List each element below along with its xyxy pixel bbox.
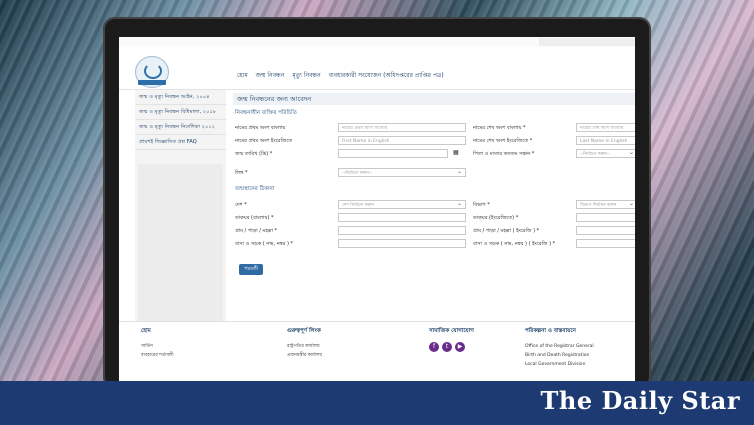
twitter-icon[interactable]: t bbox=[442, 342, 452, 352]
last-name-bn-input[interactable]: নামের শেষ অংশ বাংলায় bbox=[576, 123, 635, 132]
footer-text-bdr: Birth and Death Registration bbox=[525, 353, 590, 358]
footer-col-implementation: পরিকল্পনা ও বাস্তবায়নে Office of the Re… bbox=[525, 328, 594, 369]
sidebar-item-faq[interactable]: প্রায়শই জিজ্ঞাসিত প্রশ্ন FAQ bbox=[135, 135, 226, 150]
dob-label: জন্ম তারিখ (খ্রি) * bbox=[235, 151, 273, 157]
main-nav: হোম জন্ম নিবন্ধন মৃত্যু নিবন্ধন ব্যবহারক… bbox=[237, 70, 450, 81]
footer-col3-title: সামাজিক যোগাযোগ bbox=[429, 328, 474, 334]
gender-label: লিঙ্গ * bbox=[235, 170, 248, 176]
footer: হোম সার্ভিস ব্যবহারের শর্তাবলী গুরুত্বপূ… bbox=[119, 322, 635, 381]
house-en-label: বাসা ও সড়ক ( নাম, নম্বর ) ( ইংরেজি ) * bbox=[473, 241, 556, 247]
sidebar-panel bbox=[138, 164, 223, 344]
footer-col2-title: গুরুত্বপূর্ণ লিংক bbox=[287, 328, 321, 334]
browser-screen: হোম জন্ম নিবন্ধন মৃত্যু নিবন্ধন ব্যবহারক… bbox=[119, 37, 635, 381]
sidebar-item-act[interactable]: জন্ম ও মৃত্যু নিবন্ধন আইন, ২০০৪ bbox=[135, 90, 226, 105]
first-name-en-input[interactable]: First Name in English bbox=[338, 136, 466, 145]
youtube-icon[interactable]: ▶ bbox=[455, 342, 465, 352]
footer-link-terms[interactable]: ব্যবহারের শর্তাবলী bbox=[141, 351, 174, 360]
house-en-input[interactable] bbox=[576, 239, 635, 248]
footer-link-service[interactable]: সার্ভিস bbox=[141, 342, 174, 351]
postoffice-bn-input[interactable] bbox=[338, 213, 466, 222]
last-name-bn-label: নামের শেষ অংশ বাংলায় * bbox=[473, 125, 526, 131]
village-bn-input[interactable] bbox=[338, 226, 466, 235]
footer-col-home: হোম সার্ভিস ব্যবহারের শর্তাবলী bbox=[141, 328, 174, 360]
gender-select[interactable]: --নির্বাচন করুন-- bbox=[338, 168, 466, 177]
last-name-en-label: নামের শেষ অংশ ইংরেজিতে * bbox=[473, 138, 533, 144]
child-order-select[interactable]: --নির্বাচন করুন-- bbox=[576, 149, 635, 158]
first-name-bn-input[interactable]: নামের প্রথম অংশ বাংলায় bbox=[338, 123, 466, 132]
footer-text-lgd: Local Government Division bbox=[525, 362, 586, 367]
country-label: দেশ * bbox=[235, 202, 247, 208]
sidebar-item-guideline[interactable]: জন্ম ও মৃত্যু নিবন্ধন নির্দেশিকা ২০১২ bbox=[135, 120, 226, 135]
footer-link-pm[interactable]: প্রধানমন্ত্রীর কার্যালয় bbox=[287, 351, 322, 360]
site-logo[interactable] bbox=[135, 56, 169, 88]
logo-banner bbox=[138, 80, 166, 85]
laptop-frame: হোম জন্ম নিবন্ধন মৃত্যু নিবন্ধন ব্যবহারক… bbox=[103, 17, 651, 389]
page-title: জন্ম নিবন্ধনের জন্য আবেদন bbox=[233, 93, 635, 105]
footer-col4-title: পরিকল্পনা ও বাস্তবায়নে bbox=[525, 328, 576, 334]
footer-link-president[interactable]: রাষ্ট্রপতির কার্যালয় bbox=[287, 342, 322, 351]
child-order-label: পিতা ও মাতার কততম সন্তান * bbox=[473, 151, 535, 157]
postoffice-bn-label: ডাকঘর (বাংলায়) * bbox=[235, 215, 274, 221]
facebook-icon[interactable]: f bbox=[429, 342, 439, 352]
section-birthplace: জন্মস্থানের ঠিকানা bbox=[235, 186, 275, 192]
footer-text-registrar: Office of the Registrar General bbox=[525, 344, 594, 349]
next-button[interactable]: পরবর্তী bbox=[239, 264, 263, 275]
dob-input[interactable] bbox=[338, 149, 448, 158]
nav-item-home[interactable]: হোম bbox=[237, 72, 248, 79]
village-en-input[interactable] bbox=[576, 226, 635, 235]
village-bn-label: গ্রাম / পাড়া / মহল্লা * bbox=[235, 228, 278, 234]
village-en-label: গ্রাম / পাড়া / মহল্লা ( ইংরেজি ) * bbox=[473, 228, 540, 234]
nav-item-death-registration[interactable]: মৃত্যু নিবন্ধন bbox=[292, 72, 320, 79]
section-personal: নিবন্ধনাধীন ব্যক্তির পরিচিতি bbox=[235, 110, 297, 116]
logo-emblem-icon bbox=[144, 63, 162, 79]
nav-item-birth-registration[interactable]: জন্ম নিবন্ধন bbox=[256, 72, 285, 79]
calendar-icon[interactable]: ▦ bbox=[453, 149, 459, 156]
first-name-bn-label: নামের প্রথম অংশ বাংলায় bbox=[235, 125, 286, 131]
footer-col1-title: হোম bbox=[141, 328, 151, 334]
house-bn-input[interactable] bbox=[338, 239, 466, 248]
top-search-box[interactable] bbox=[539, 38, 635, 46]
footer-col-links: গুরুত্বপূর্ণ লিংক রাষ্ট্রপতির কার্যালয় … bbox=[287, 328, 322, 360]
division-select[interactable]: বিভাগ নির্বাচন করুন bbox=[576, 200, 635, 209]
house-bn-label: বাসা ও সড়ক ( নাম, নম্বর ) * bbox=[235, 241, 294, 247]
postoffice-en-input[interactable] bbox=[576, 213, 635, 222]
division-label: বিভাগ * bbox=[473, 202, 490, 208]
postoffice-en-label: ডাকঘর (ইংরেজিতে) * bbox=[473, 215, 519, 221]
footer-col-social: সামাজিক যোগাযোগ f t ▶ bbox=[429, 328, 474, 352]
nav-item-user-registration[interactable]: ব্যবহারকারী সংযোজন (অধিদপ্তরের প্রাপ্তির… bbox=[329, 72, 444, 79]
last-name-en-input[interactable]: Last Name in English bbox=[576, 136, 635, 145]
daily-star-logo: The Daily Star bbox=[540, 386, 740, 415]
first-name-en-label: নামের প্রথম অংশ ইংরেজিতে bbox=[235, 138, 293, 144]
country-select[interactable]: দেশ নির্বাচন করুন bbox=[338, 200, 466, 209]
top-strip bbox=[119, 37, 635, 47]
sidebar-item-rules[interactable]: জন্ম ও মৃত্যু নিবন্ধন বিধিমালা, ২০১৮ bbox=[135, 105, 226, 120]
